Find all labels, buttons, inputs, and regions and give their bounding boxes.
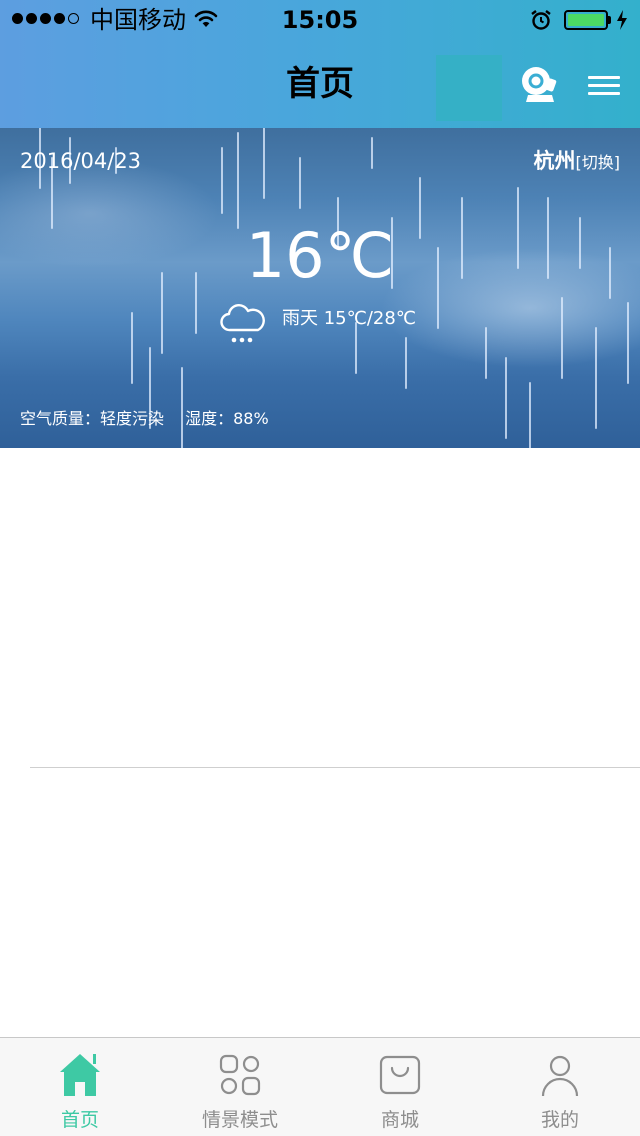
shopping-bag-icon xyxy=(379,1055,421,1095)
tab-home[interactable]: 首页 xyxy=(0,1038,160,1136)
content-divider xyxy=(30,767,640,768)
tab-bar: 首页 情景模式 商城 我的 xyxy=(0,1037,640,1136)
weather-details: 空气质量：轻度污染 湿度：88% xyxy=(20,408,269,430)
tab-label: 首页 xyxy=(60,1109,99,1131)
humidity: 湿度：88% xyxy=(185,409,269,428)
app-header: 中国移动 15:05 首页 xyxy=(0,0,640,128)
weather-condition: 雨天 15℃/28℃ xyxy=(282,308,417,329)
camera-icon xyxy=(522,67,557,102)
switch-city-link[interactable]: [切换] xyxy=(576,153,621,172)
weather-banner: 2016/04/23 杭州[切换] 16℃ 雨天 15℃/28℃ 空气质量：轻度… xyxy=(0,128,640,448)
menu-icon-bar xyxy=(588,92,620,95)
tab-mine[interactable]: 我的 xyxy=(480,1038,640,1136)
tab-store[interactable]: 商城 xyxy=(320,1038,480,1136)
menu-icon-bar xyxy=(588,76,620,79)
tab-scenes[interactable]: 情景模式 xyxy=(160,1038,320,1136)
tab-label: 商城 xyxy=(380,1109,419,1131)
profile-icon xyxy=(541,1055,579,1097)
home-icon xyxy=(60,1054,100,1096)
city-name: 杭州 xyxy=(533,149,576,173)
weather-date: 2016/04/23 xyxy=(20,149,142,173)
tab-label: 情景模式 xyxy=(201,1109,278,1131)
status-bar: 中国移动 15:05 xyxy=(0,0,640,40)
header-tile xyxy=(436,55,502,121)
tab-label: 我的 xyxy=(540,1109,579,1131)
menu-button[interactable] xyxy=(584,70,624,102)
alarm-clock-icon xyxy=(531,10,551,30)
battery-icon xyxy=(564,10,608,30)
menu-icon-bar xyxy=(588,84,620,87)
air-quality: 空气质量：轻度污染 xyxy=(20,409,165,428)
camera-button[interactable] xyxy=(514,62,562,110)
city-switcher[interactable]: 杭州[切换] xyxy=(534,148,621,176)
charging-bolt-icon xyxy=(617,10,627,30)
rain-cloud-icon xyxy=(220,304,265,343)
scene-grid-icon xyxy=(219,1054,261,1096)
current-temperature: 16℃ xyxy=(245,219,395,292)
battery-tip xyxy=(608,16,611,24)
